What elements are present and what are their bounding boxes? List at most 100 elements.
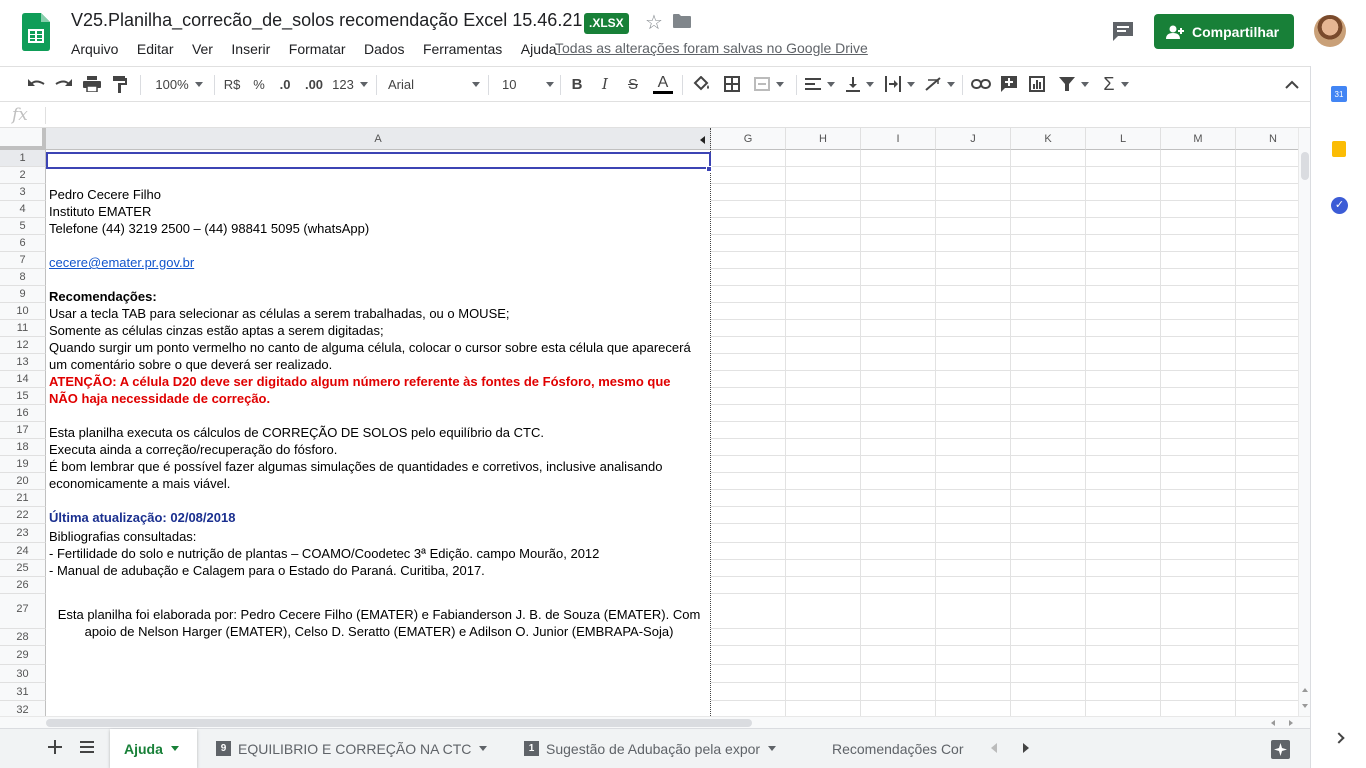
undo-icon[interactable] [24,67,48,101]
paint-format-icon[interactable] [108,67,132,101]
cell-a15[interactable]: NÃO haja necessidade de correção. [49,390,270,407]
cell-a18[interactable]: Executa ainda a correção/recuperação do … [49,441,337,458]
row-header-20[interactable]: 20 [0,473,46,490]
sheets-logo-icon[interactable] [22,13,50,51]
formula-input[interactable] [50,105,1300,125]
vertical-align-icon[interactable] [842,67,878,101]
scroll-down-arrow[interactable] [1302,704,1308,708]
menu-ferramentas[interactable]: Ferramentas [423,39,502,59]
cell-a11[interactable]: Somente as células cinzas estão aptas a … [49,322,384,339]
bold-button[interactable]: B [566,67,588,101]
row-header-18[interactable]: 18 [0,439,46,456]
scroll-right-arrow[interactable] [1289,720,1293,726]
row-header-28[interactable]: 28 [0,629,46,646]
menu-arquivo[interactable]: Arquivo [71,39,118,59]
all-sheets-icon[interactable] [80,741,94,753]
select-all-corner[interactable] [0,128,46,150]
column-header-a[interactable]: A [46,128,711,150]
align-left-icon[interactable] [802,67,838,101]
sheet-tab-ajuda[interactable]: Ajuda [110,729,197,768]
calendar-icon[interactable]: 31 [1331,86,1347,102]
text-rotation-icon[interactable] [922,67,958,101]
cell-a25[interactable]: - Manual de adubação e Calagem para o Es… [49,562,485,579]
increase-decimal-button[interactable]: .00 [300,67,328,101]
row-header-19[interactable]: 19 [0,456,46,473]
comment-icon[interactable] [1112,21,1134,41]
row-header-1[interactable]: 1 [0,150,46,167]
fill-handle[interactable] [706,166,712,172]
row-header-7[interactable]: 7 [0,252,46,269]
row-header-24[interactable]: 24 [0,543,46,560]
cell-a27-credits[interactable]: Esta planilha foi elaborada por: Pedro C… [50,606,708,640]
horizontal-scroll-thumb[interactable] [46,719,752,727]
sheet-tab-equilibrio[interactable]: 9 EQUILIBRIO E CORREÇÃO NA CTC [202,729,504,768]
column-header-g[interactable]: G [711,128,786,150]
row-header-9[interactable]: 9 [0,286,46,303]
print-icon[interactable] [80,67,104,101]
column-header-h[interactable]: H [786,128,861,150]
column-header-j[interactable]: J [936,128,1011,150]
cell-a7-email-link[interactable]: cecere@emater.pr.gov.br [49,254,194,271]
row-header-10[interactable]: 10 [0,303,46,320]
tabs-scroll-right-icon[interactable] [1023,743,1029,753]
menu-formatar[interactable]: Formatar [289,39,346,59]
zoom-select[interactable]: 100% [150,67,208,101]
cell-a10[interactable]: Usar a tecla TAB para selecionar as célu… [49,305,510,322]
row-header-15[interactable]: 15 [0,388,46,405]
add-sheet-icon[interactable] [48,740,62,754]
row-header-27[interactable]: 27 [0,594,46,629]
star-icon[interactable]: ☆ [645,10,663,35]
row-header-17[interactable]: 17 [0,422,46,439]
column-header-m[interactable]: M [1161,128,1236,150]
row-header-30[interactable]: 30 [0,665,46,683]
insert-comment-icon[interactable] [996,67,1022,101]
column-header-k[interactable]: K [1011,128,1086,150]
insert-chart-icon[interactable] [1024,67,1050,101]
cell-a13[interactable]: um comentário sobre o que deverá ser rea… [49,356,332,373]
row-header-12[interactable]: 12 [0,337,46,354]
row-header-32[interactable]: 32 [0,701,46,716]
cell-a4[interactable]: Instituto EMATER [49,203,151,220]
scroll-left-arrow[interactable] [1271,720,1275,726]
more-formats-button[interactable]: 123 [330,67,370,101]
menu-dados[interactable]: Dados [364,39,404,59]
cell-a17[interactable]: Esta planilha executa os cálculos de COR… [49,424,544,441]
cell-a24[interactable]: - Fertilidade do solo e nutrição de plan… [49,545,599,562]
filter-icon[interactable] [1054,67,1094,101]
row-header-26[interactable]: 26 [0,577,46,594]
cell-a19[interactable]: É bom lembrar que é possível fazer algum… [49,458,663,475]
row-header-31[interactable]: 31 [0,683,46,701]
explore-icon[interactable] [1271,740,1290,759]
tasks-icon[interactable]: ✓ [1331,197,1348,214]
share-button[interactable]: Compartilhar [1154,14,1294,49]
row-header-21[interactable]: 21 [0,490,46,507]
column-header-i[interactable]: I [861,128,936,150]
vertical-scroll-thumb[interactable] [1301,152,1309,180]
collapse-toolbar-icon[interactable] [1280,67,1304,101]
text-color-button[interactable]: A [650,67,676,101]
insert-link-icon[interactable] [968,67,994,101]
tabs-scroll-left-icon[interactable] [991,743,997,753]
row-header-2[interactable]: 2 [0,167,46,184]
keep-icon[interactable] [1332,141,1346,157]
font-size-select[interactable]: 10 [498,67,554,101]
row-header-16[interactable]: 16 [0,405,46,422]
row-header-6[interactable]: 6 [0,235,46,252]
cell-a20[interactable]: economicamente a mais viável. [49,475,230,492]
folder-icon[interactable] [673,14,691,28]
redo-icon[interactable] [52,67,76,101]
horizontal-scrollbar[interactable] [0,716,1310,728]
italic-button[interactable]: I [594,67,616,101]
row-header-29[interactable]: 29 [0,646,46,665]
sheet-tab-sugestao[interactable]: 1 Sugestão de Adubação pela expor [510,729,812,768]
row-header-23[interactable]: 23 [0,524,46,543]
borders-icon[interactable] [720,67,744,101]
sheet-tab-recomendacoes[interactable]: Recomendações Cor [818,729,978,768]
cell-a5[interactable]: Telefone (44) 3219 2500 – (44) 98841 509… [49,220,369,237]
cell-a12[interactable]: Quando surgir um ponto vermelho no canto… [49,339,691,356]
fill-color-icon[interactable] [690,67,714,101]
row-header-11[interactable]: 11 [0,320,46,337]
save-status-link[interactable]: Todas as alterações foram salvas no Goog… [555,40,868,56]
row-header-25[interactable]: 25 [0,560,46,577]
row-header-3[interactable]: 3 [0,184,46,201]
